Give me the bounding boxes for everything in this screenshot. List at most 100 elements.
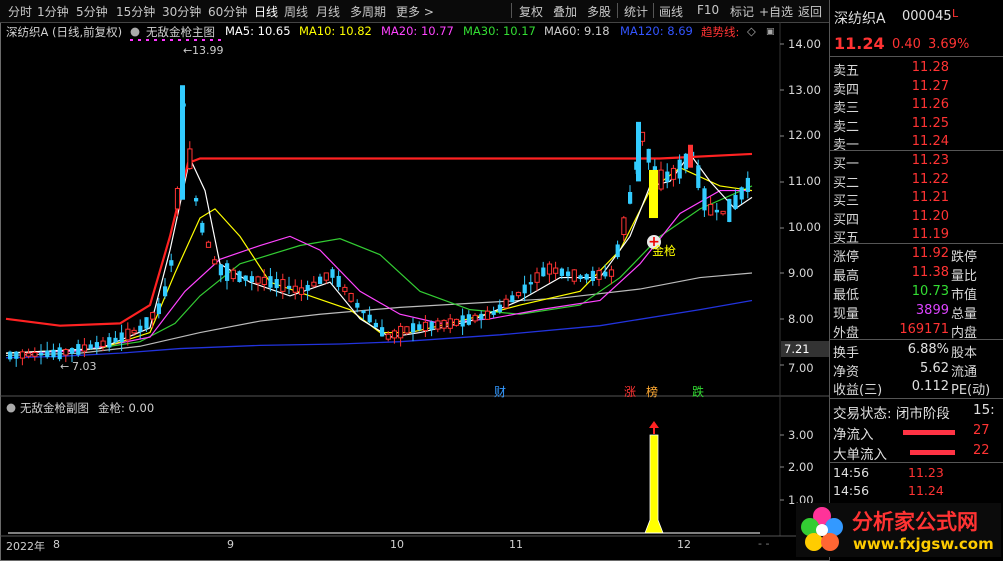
flag-limit-up[interactable]: 涨	[624, 383, 636, 400]
candle-body	[590, 270, 595, 282]
ask-row[interactable]: 卖四 11.27	[833, 79, 1001, 98]
stat-label: 最低	[833, 288, 860, 303]
ask-row[interactable]: 卖二 11.25	[833, 116, 1001, 135]
low-marker-arrow: ←	[60, 360, 70, 373]
candle-body	[336, 275, 341, 287]
candle-body	[45, 350, 50, 358]
stat-row: 最高 11.38 量比	[833, 265, 1001, 284]
jinqiang-spike	[644, 434, 664, 534]
dotted-mark	[170, 39, 173, 41]
candle-body	[411, 323, 416, 333]
tick-time: 14:56	[833, 465, 870, 480]
stat-value: 6.88%	[907, 342, 949, 357]
sub-indicator-name[interactable]: 无敌金枪副图	[20, 400, 89, 416]
flag-limit-down[interactable]: 跌	[692, 383, 704, 400]
candle-body	[113, 337, 118, 343]
dotted-mark	[178, 39, 181, 41]
candle-body	[696, 165, 701, 188]
candle-body	[522, 284, 527, 294]
tick-time: 14:56	[833, 483, 870, 498]
candle-body	[373, 322, 378, 328]
candle-body	[447, 318, 453, 329]
dotted-mark	[154, 39, 157, 41]
candle-body	[131, 329, 137, 334]
ask-level-label: 卖四	[833, 82, 860, 98]
divider	[829, 462, 1003, 463]
watermark-title: 分析家公式网	[852, 510, 978, 534]
candle-body	[287, 285, 292, 289]
ask-price: 11.25	[911, 115, 949, 131]
price-change: 0.40	[892, 37, 921, 52]
candle-body	[534, 272, 540, 283]
candle-body	[26, 352, 32, 357]
candle-body	[404, 326, 410, 334]
jinqiang-signal-label: 金枪	[652, 244, 677, 258]
stat-label: 涨停	[833, 250, 860, 265]
flag-ranking[interactable]: 榜	[646, 383, 658, 400]
dotted-mark	[130, 39, 133, 41]
candle-body	[200, 222, 205, 233]
candle-body	[398, 325, 404, 339]
bid-row[interactable]: 买三 11.21	[833, 190, 1001, 209]
bid-price: 11.19	[911, 227, 949, 242]
candle-body	[14, 351, 19, 359]
bid-row[interactable]: 买四 11.20	[833, 209, 1001, 228]
candle-body	[298, 287, 305, 295]
candle-body	[380, 327, 385, 337]
candle-body	[608, 269, 615, 277]
signal-bar	[649, 169, 658, 219]
bid-price: 11.23	[911, 153, 949, 168]
bid-price: 11.20	[911, 208, 949, 224]
candle-body	[596, 270, 602, 280]
trade-status: 交易状态: 闭市阶段	[833, 406, 950, 422]
stat-row: 换手 6.88% 股本	[833, 342, 1001, 361]
zoom-out-button[interactable]: - -	[758, 537, 769, 550]
large-inflow-label: 大单流入	[833, 447, 887, 463]
x-axis-label: 11	[509, 538, 523, 551]
candle-body	[636, 121, 641, 182]
candle-body	[361, 310, 366, 314]
candle-body	[318, 276, 323, 285]
y-tick-label: 14.00	[788, 37, 821, 51]
candle-body	[385, 333, 391, 340]
candle-body	[639, 131, 646, 142]
candle-body	[491, 311, 496, 315]
bid-row[interactable]: 买二 11.22	[833, 172, 1001, 191]
stock-badge: L	[952, 7, 959, 20]
stat-value: 0.112	[911, 379, 949, 394]
sub-indicator-toggle-icon[interactable]: ●	[6, 400, 16, 414]
candle-body	[205, 241, 212, 248]
large-inflow-value: 22	[973, 443, 990, 458]
candle-body	[163, 286, 168, 297]
stat-value: 5.62	[920, 360, 949, 376]
stock-code: 000045	[902, 9, 952, 24]
bid-level-label: 买二	[833, 175, 860, 191]
dotted-mark	[138, 39, 141, 41]
candle-body	[100, 340, 106, 347]
sub-y-tick-label: 2.00	[788, 460, 814, 474]
candle-body	[225, 263, 230, 281]
candle-body	[187, 148, 193, 170]
candle-body	[292, 285, 298, 293]
flag-finance[interactable]: 财	[494, 383, 506, 400]
candle-body	[94, 342, 99, 349]
candle-body	[19, 351, 26, 359]
x-axis-label: 2022年	[6, 540, 45, 553]
y-tick-label: 11.00	[788, 174, 821, 188]
cursor-price-tag: 7.21	[781, 341, 830, 357]
dotted-mark	[218, 39, 221, 41]
ask-level-label: 卖五	[833, 64, 860, 79]
bid-row[interactable]: 买一 11.23	[833, 153, 1001, 172]
candle-body	[515, 291, 522, 297]
net-inflow-bar	[903, 430, 955, 435]
divider	[829, 150, 1003, 151]
stat-value: 11.92	[911, 246, 949, 261]
ask-level-label: 卖三	[833, 101, 860, 116]
candle-body	[323, 272, 329, 281]
ask-row[interactable]: 卖三 11.26	[833, 97, 1001, 116]
watermark-logo: 分析家公式网 www.fxjgsw.com	[796, 503, 1001, 557]
trade-status-time: 15:	[973, 402, 995, 418]
ask-row[interactable]: 卖五 11.28	[833, 60, 1001, 79]
candle-body	[169, 260, 174, 266]
ma20-line	[5, 189, 752, 354]
